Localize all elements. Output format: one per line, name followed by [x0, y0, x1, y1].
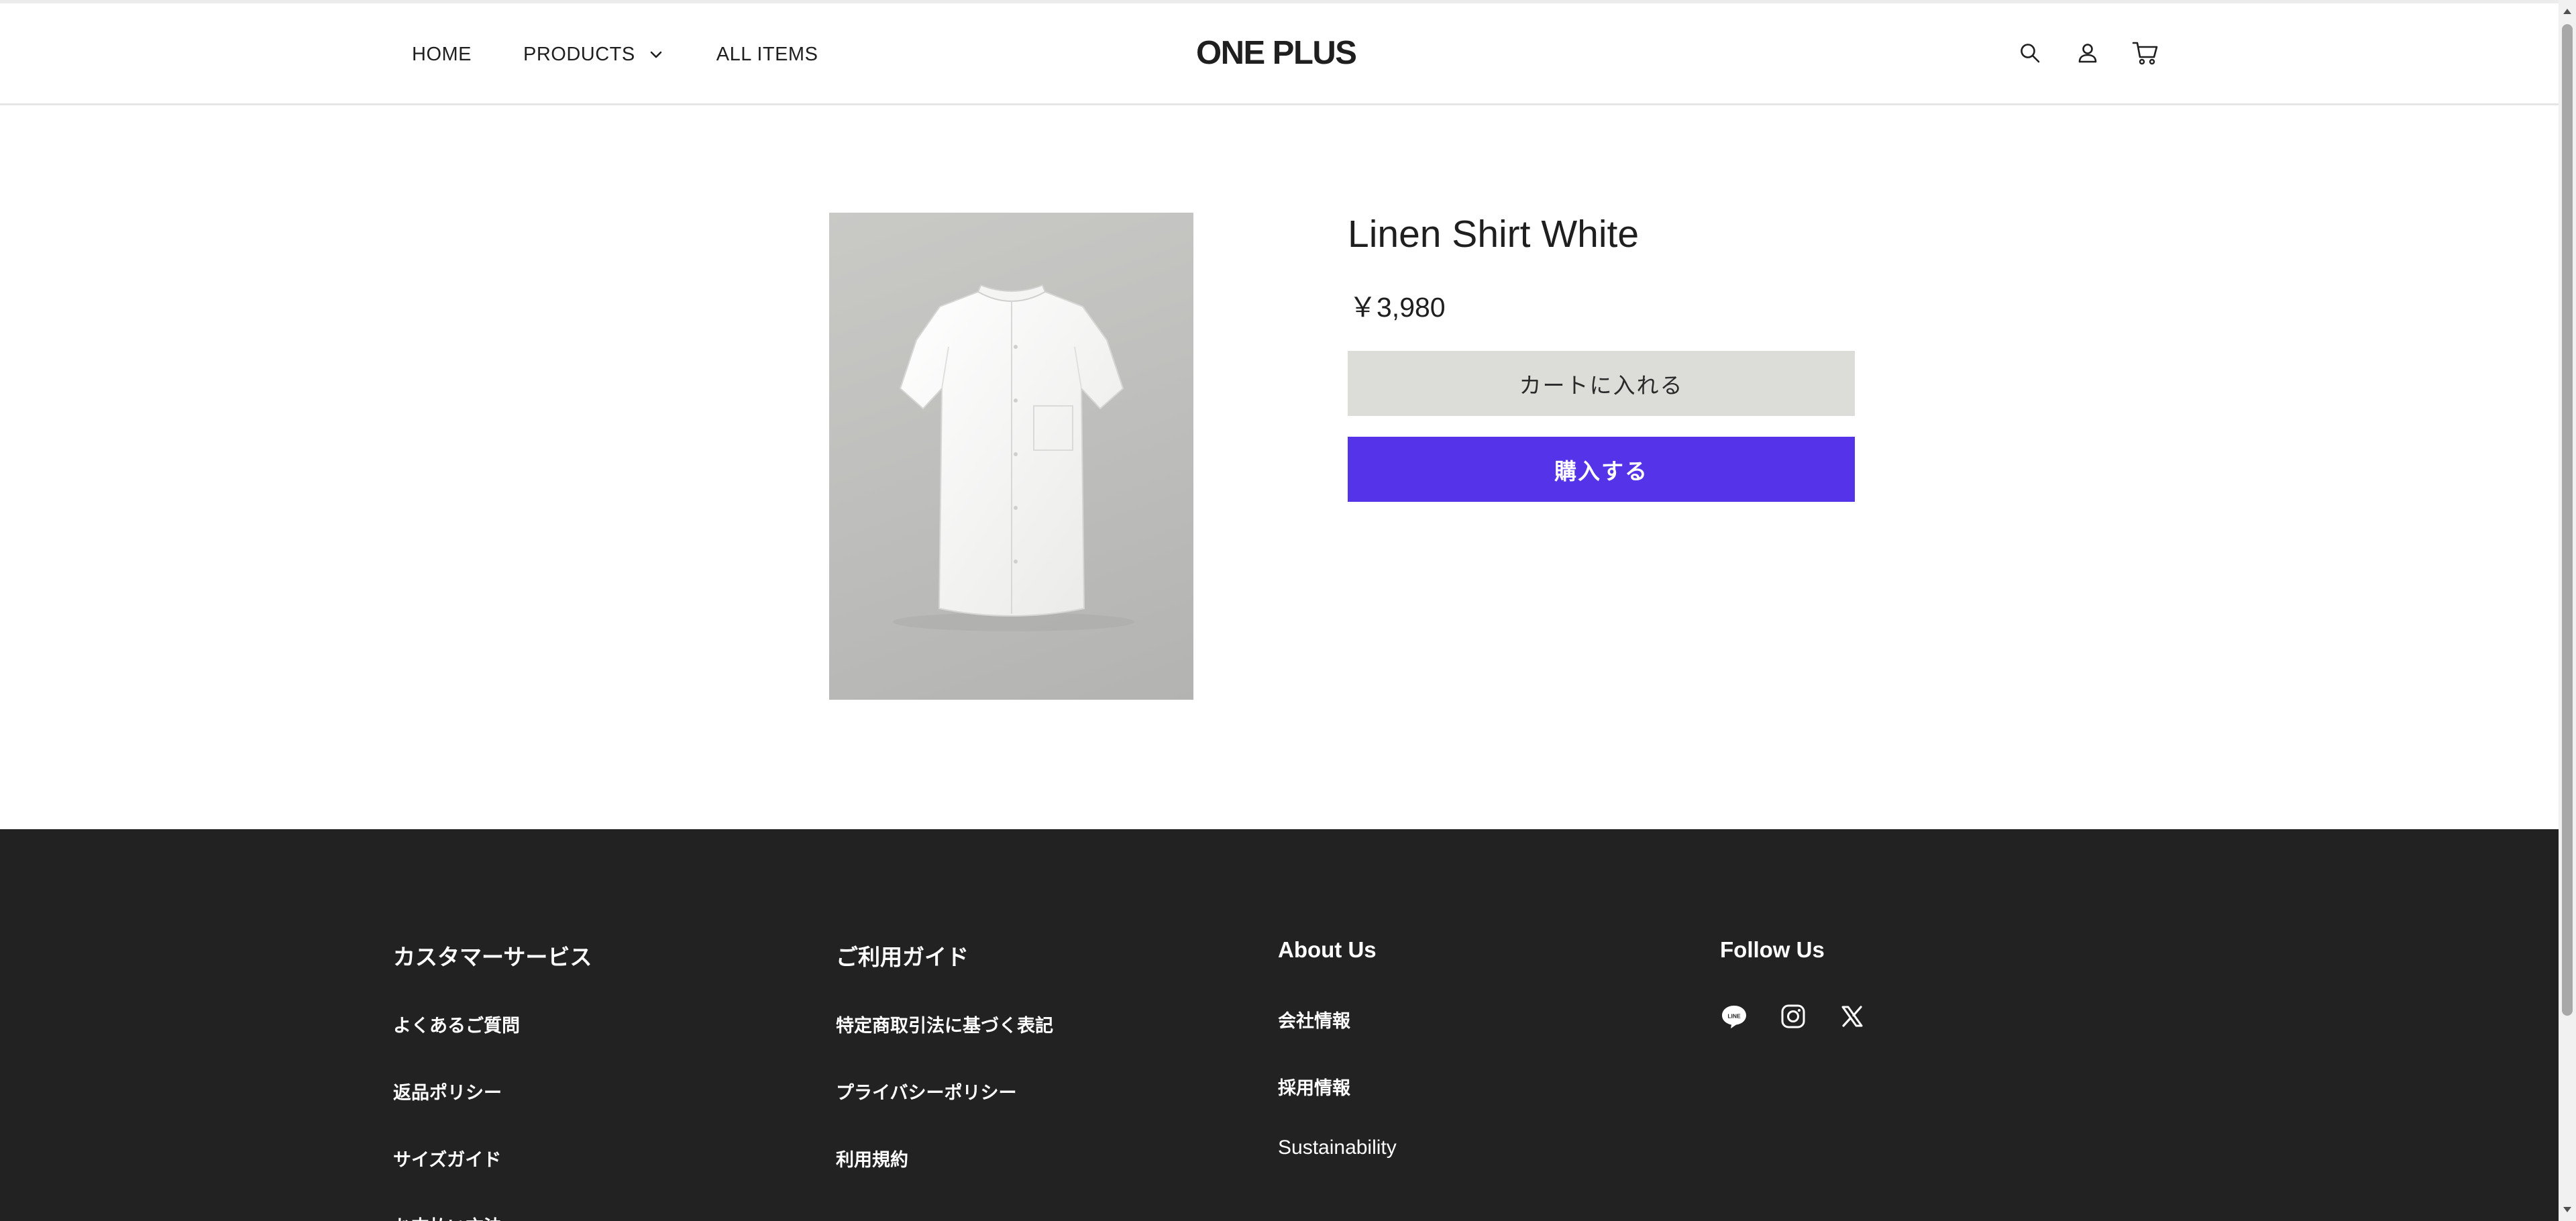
- footer-link-privacy[interactable]: プライバシーポリシー: [836, 1078, 1016, 1104]
- footer-link-payment[interactable]: お支払い方法: [393, 1212, 502, 1221]
- nav-products-label: PRODUCTS: [523, 43, 635, 65]
- product-title: Linen Shirt White: [1348, 213, 1640, 256]
- chevron-down-icon: [647, 46, 665, 63]
- main-nav: HOME PRODUCTS ALL ITEMS: [412, 3, 869, 105]
- line-icon[interactable]: LINE: [1719, 1002, 1749, 1031]
- footer-link-terms[interactable]: 利用規約: [836, 1145, 908, 1171]
- footer-link-return-policy[interactable]: 返品ポリシー: [393, 1078, 502, 1104]
- footer-link-careers[interactable]: 採用情報: [1278, 1073, 1350, 1100]
- header-actions: [2015, 38, 2160, 68]
- site-footer: カスタマーサービス よくあるご質問 返品ポリシー サイズガイド お支払い方法 ご…: [0, 829, 2559, 1221]
- site-header: HOME PRODUCTS ALL ITEMS ONE PLUS: [0, 3, 2559, 105]
- svg-text:LINE: LINE: [1727, 1013, 1741, 1020]
- footer-heading-guide: ご利用ガイド: [836, 944, 969, 970]
- footer-heading-follow: Follow Us: [1720, 937, 1825, 962]
- footer-link-legal-notice[interactable]: 特定商取引法に基づく表記: [836, 1011, 1053, 1037]
- vertical-scrollbar[interactable]: [2559, 0, 2576, 1221]
- cart-icon[interactable]: [2131, 38, 2160, 68]
- instagram-icon[interactable]: [1778, 1002, 1808, 1031]
- site-logo[interactable]: ONE PLUS: [1196, 34, 1357, 72]
- footer-heading-about: About Us: [1278, 937, 1377, 962]
- nav-home-label: HOME: [412, 43, 472, 65]
- nav-home[interactable]: HOME: [412, 44, 472, 66]
- scroll-down-arrow[interactable]: [2559, 1201, 2576, 1218]
- shirt-illustration: [893, 284, 1134, 631]
- product-image[interactable]: [829, 213, 1193, 700]
- social-links: LINE: [1719, 1002, 1896, 1031]
- x-icon[interactable]: [1837, 1002, 1867, 1031]
- buy-now-button[interactable]: 購入する: [1348, 437, 1855, 502]
- add-to-cart-button[interactable]: カートに入れる: [1348, 351, 1855, 416]
- scroll-up-arrow[interactable]: [2559, 3, 2576, 20]
- footer-heading-customer-service: カスタマーサービス: [393, 944, 592, 970]
- product-price: ￥3,980: [1349, 292, 1446, 323]
- account-icon[interactable]: [2073, 38, 2102, 68]
- nav-all-items[interactable]: ALL ITEMS: [716, 44, 818, 66]
- search-icon[interactable]: [2015, 38, 2045, 68]
- footer-link-sustainability[interactable]: Sustainability: [1278, 1136, 1397, 1159]
- nav-products[interactable]: PRODUCTS: [523, 44, 665, 66]
- footer-link-company[interactable]: 会社情報: [1278, 1006, 1350, 1032]
- footer-link-size-guide[interactable]: サイズガイド: [393, 1145, 501, 1171]
- nav-all-items-label: ALL ITEMS: [716, 43, 818, 65]
- footer-link-faq[interactable]: よくあるご質問: [393, 1011, 520, 1037]
- scroll-thumb[interactable]: [2562, 24, 2573, 1016]
